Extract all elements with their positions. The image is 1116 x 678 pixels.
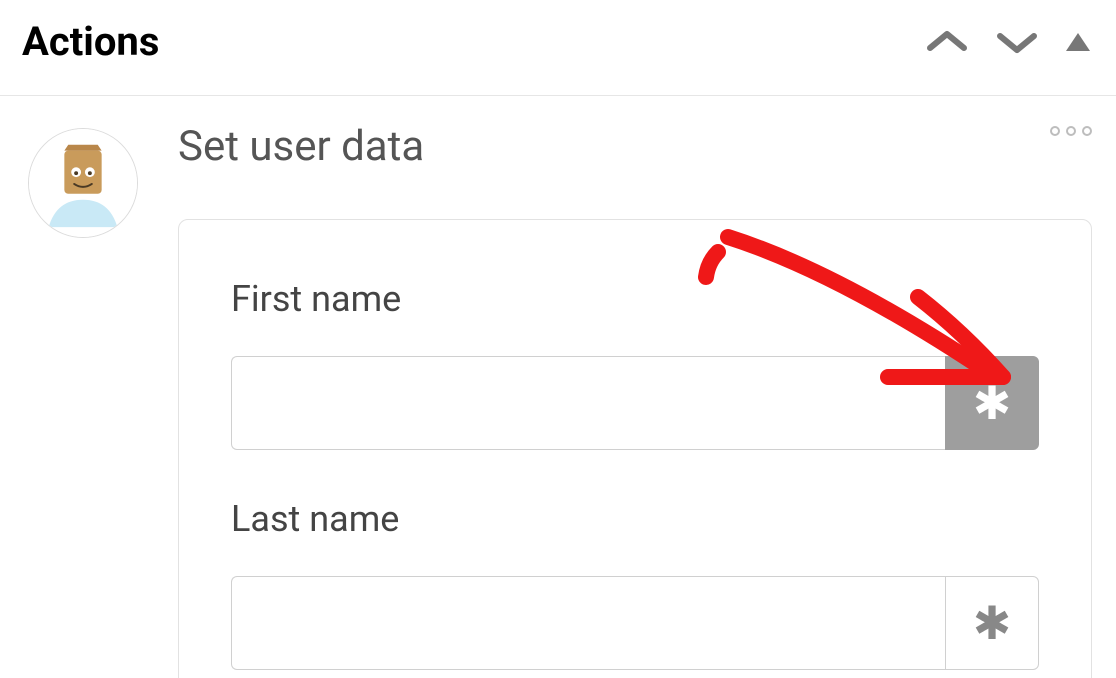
dot-icon xyxy=(1066,126,1076,136)
move-up-button[interactable] xyxy=(924,28,970,56)
avatar-column xyxy=(28,122,138,678)
collapse-button[interactable] xyxy=(1064,31,1092,53)
content: Set user data First name ✱ Last name xyxy=(0,96,1116,678)
field-last-name: Last name ✱ xyxy=(231,498,1039,670)
input-row: ✱ xyxy=(231,356,1039,450)
header: Actions xyxy=(0,0,1116,96)
dot-icon xyxy=(1050,126,1060,136)
avatar-image xyxy=(29,128,137,238)
variable-picker-button[interactable]: ✱ xyxy=(945,576,1039,670)
action-title: Set user data xyxy=(178,122,424,171)
first-name-input[interactable] xyxy=(231,356,945,450)
field-label: Last name xyxy=(231,498,1039,540)
input-row: ✱ xyxy=(231,576,1039,670)
last-name-input[interactable] xyxy=(231,576,945,670)
more-options-button[interactable] xyxy=(1050,122,1092,136)
field-label: First name xyxy=(231,278,1039,320)
main-column: Set user data First name ✱ Last name xyxy=(178,122,1092,678)
action-card: First name ✱ Last name ✱ xyxy=(178,219,1092,678)
variable-picker-button[interactable]: ✱ xyxy=(945,356,1039,450)
move-down-button[interactable] xyxy=(994,28,1040,56)
nav-controls xyxy=(924,28,1092,56)
avatar[interactable] xyxy=(28,128,138,238)
dot-icon xyxy=(1082,126,1092,136)
page-title: Actions xyxy=(22,18,159,65)
field-first-name: First name ✱ xyxy=(231,278,1039,450)
